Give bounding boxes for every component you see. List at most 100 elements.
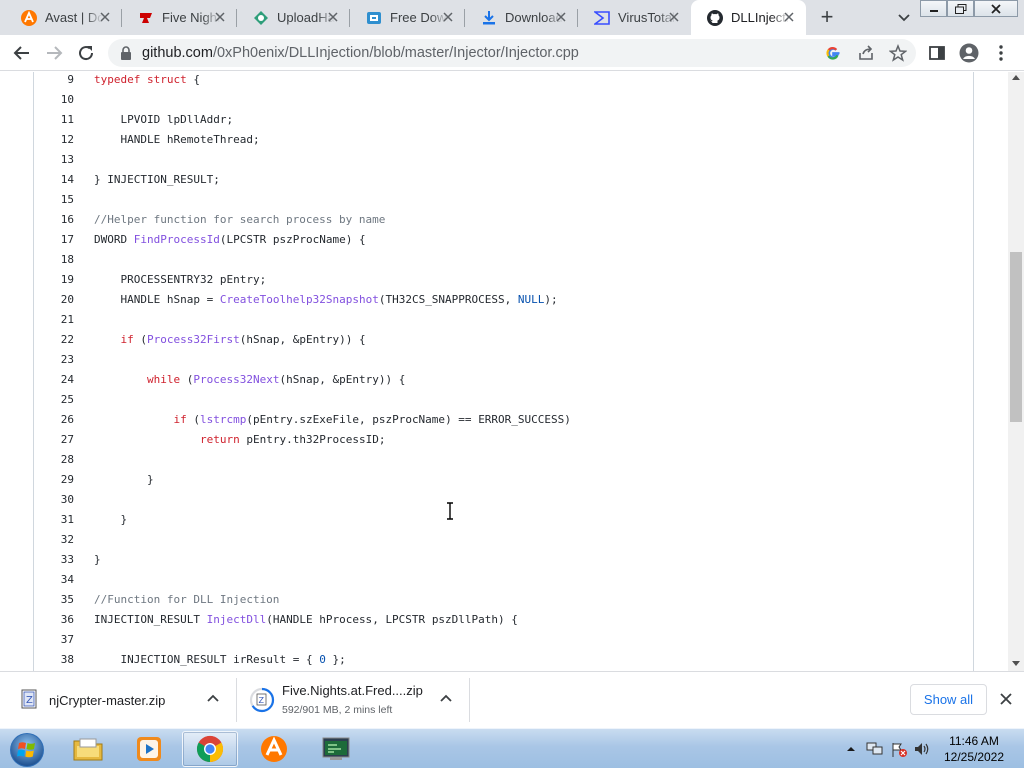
start-button[interactable] <box>3 731 51 768</box>
close-tab-icon[interactable] <box>554 10 568 24</box>
taskbar-chrome-icon[interactable] <box>182 731 238 767</box>
browser-tab-strip: Avast | Download Free Antivirus Five Nigh… <box>0 0 1024 35</box>
download-item[interactable]: Z Five.Nights.at.Fred....zip 592/901 MB,… <box>237 672 469 729</box>
code-line: 33} <box>34 550 975 570</box>
page-scrollbar[interactable] <box>1008 72 1024 671</box>
line-number[interactable]: 36 <box>34 610 74 630</box>
clock-time: 11:46 AM <box>949 734 999 748</box>
line-number[interactable]: 31 <box>34 510 74 530</box>
line-number[interactable]: 10 <box>34 90 74 110</box>
close-tab-icon[interactable] <box>326 10 340 24</box>
line-number[interactable]: 24 <box>34 370 74 390</box>
line-number[interactable]: 29 <box>34 470 74 490</box>
taskbar-terminal-icon[interactable] <box>308 731 364 767</box>
line-number[interactable]: 33 <box>34 550 74 570</box>
line-number[interactable]: 25 <box>34 390 74 410</box>
close-tab-icon[interactable] <box>213 10 227 24</box>
bookmark-star-icon[interactable] <box>889 44 907 62</box>
code-line: 17 DWORD FindProcessId(LPCSTR pszProcName… <box>34 230 975 250</box>
browser-tab[interactable]: DLLInjection <box>691 0 806 35</box>
forward-icon[interactable] <box>43 42 65 64</box>
line-number[interactable]: 16 <box>34 210 74 230</box>
volume-icon[interactable] <box>914 742 930 756</box>
line-number[interactable]: 35 <box>34 590 74 610</box>
code-line: 11 LPVOID lpDllAddr; <box>34 110 975 130</box>
browser-tab[interactable]: UploadHaven <box>237 0 350 35</box>
close-icon[interactable] <box>997 691 1015 709</box>
code-line: 19 PROCESSENTRY32 pEntry; <box>34 270 975 290</box>
code-text: LPVOID lpDllAddr; <box>120 113 234 126</box>
code-text: return pEntry.th32ProcessID; <box>199 433 386 446</box>
chevron-down-icon[interactable] <box>896 9 912 25</box>
line-number[interactable]: 21 <box>34 310 74 330</box>
google-icon[interactable] <box>824 44 842 62</box>
chevron-up-icon[interactable] <box>206 692 220 706</box>
line-number[interactable]: 14 <box>34 170 74 190</box>
chevron-up-icon[interactable] <box>439 692 453 706</box>
profile-avatar-icon[interactable] <box>958 42 980 64</box>
taskbar-clock[interactable]: 11:46 AM 12/25/2022 <box>932 733 1016 765</box>
more-menu-icon[interactable] <box>990 42 1012 64</box>
browser-tab[interactable]: Download <box>465 0 578 35</box>
taskbar-explorer-icon[interactable] <box>60 731 116 767</box>
code-line: 21 <box>34 310 975 330</box>
code-line: 32 <box>34 530 975 550</box>
side-panel-icon[interactable] <box>926 42 948 64</box>
scrollbar-thumb[interactable] <box>1010 252 1022 422</box>
code-function: FindProcessId <box>133 233 220 246</box>
maximize-button[interactable] <box>947 0 974 17</box>
line-number[interactable]: 23 <box>34 350 74 370</box>
line-number[interactable]: 26 <box>34 410 74 430</box>
browser-tab[interactable]: Avast | Download Free Antivirus <box>5 0 122 35</box>
scroll-up-arrow[interactable] <box>1012 75 1020 80</box>
close-tab-icon[interactable] <box>667 10 681 24</box>
taskbar-media-player-icon[interactable] <box>121 731 177 767</box>
line-number[interactable]: 27 <box>34 430 74 450</box>
line-number[interactable]: 13 <box>34 150 74 170</box>
show-hidden-icons-icon[interactable] <box>845 742 861 756</box>
github-icon <box>707 9 723 26</box>
close-tab-icon[interactable] <box>98 10 112 24</box>
line-number[interactable]: 30 <box>34 490 74 510</box>
line-number[interactable]: 34 <box>34 570 74 590</box>
line-number[interactable]: 18 <box>34 250 74 270</box>
line-number[interactable]: 9 <box>34 72 74 90</box>
action-center-flag-icon[interactable] <box>890 742 907 757</box>
code-line: 30 <box>34 490 975 510</box>
browser-tab[interactable]: Five Nights at Freddy's <box>122 0 237 35</box>
tab-title: Free Download <box>390 10 448 25</box>
line-number[interactable]: 12 <box>34 130 74 150</box>
scroll-down-arrow[interactable] <box>1012 661 1020 666</box>
code-line: 31 } <box>34 510 975 530</box>
lock-icon[interactable] <box>118 45 134 61</box>
divider <box>469 678 470 722</box>
url-text[interactable]: github.com/0xPh0enix/DLLInjection/blob/m… <box>142 45 579 61</box>
code-line: 25 <box>34 390 975 410</box>
line-number[interactable]: 11 <box>34 110 74 130</box>
minimize-button[interactable] <box>920 0 947 17</box>
line-number[interactable]: 15 <box>34 190 74 210</box>
network-icon[interactable] <box>866 742 883 756</box>
line-number[interactable]: 22 <box>34 330 74 350</box>
close-tab-icon[interactable] <box>782 10 796 24</box>
line-number[interactable]: 37 <box>34 630 74 650</box>
line-number[interactable]: 32 <box>34 530 74 550</box>
reload-icon[interactable] <box>75 42 97 64</box>
line-number[interactable]: 19 <box>34 270 74 290</box>
show-all-downloads-button[interactable]: Show all <box>910 684 987 715</box>
address-bar[interactable]: github.com/0xPh0enix/DLLInjection/blob/m… <box>108 39 916 67</box>
back-icon[interactable] <box>11 42 33 64</box>
taskbar-avast-icon[interactable] <box>246 731 302 767</box>
close-tab-icon[interactable] <box>441 10 455 24</box>
line-number[interactable]: 38 <box>34 650 74 670</box>
close-window-button[interactable] <box>974 0 1018 17</box>
line-number[interactable]: 17 <box>34 230 74 250</box>
download-item[interactable]: Z njCrypter-master.zip <box>0 672 236 729</box>
line-number[interactable]: 20 <box>34 290 74 310</box>
line-number[interactable]: 28 <box>34 450 74 470</box>
browser-tab[interactable]: Free Download <box>350 0 465 35</box>
code-line: 10 <box>34 90 975 110</box>
new-tab-button[interactable]: + <box>815 6 839 30</box>
share-icon[interactable] <box>857 44 875 62</box>
browser-tab[interactable]: VirusTotal <box>578 0 691 35</box>
